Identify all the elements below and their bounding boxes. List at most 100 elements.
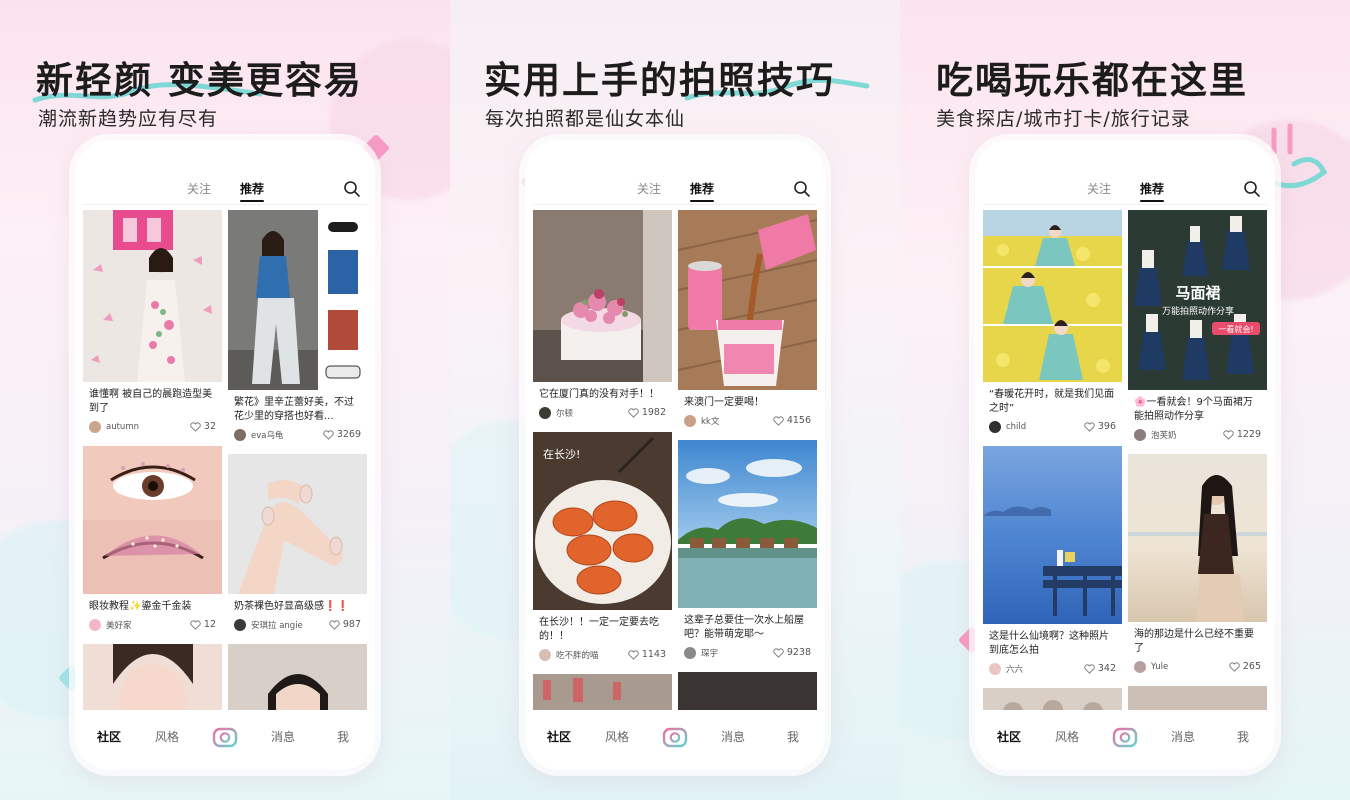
search-icon[interactable] — [1243, 180, 1261, 198]
search-icon[interactable] — [793, 180, 811, 198]
like-count[interactable]: 987 — [329, 619, 361, 630]
nav-me[interactable]: 我 — [337, 728, 349, 745]
heart-icon[interactable] — [628, 649, 639, 660]
feed-card[interactable]: 海的那边是什么已经不重要了 Yule 265 — [1128, 454, 1267, 678]
feed-card[interactable]: 谁懂啊 被自己的晨跑造型美到了 autumn 32 — [83, 210, 222, 438]
heart-icon[interactable] — [190, 619, 201, 630]
divider — [983, 204, 1267, 205]
author-name[interactable]: Yule — [1151, 662, 1229, 672]
feed-card[interactable] — [228, 644, 367, 710]
nav-community[interactable]: 社区 — [997, 728, 1021, 745]
avatar — [234, 428, 246, 441]
like-count[interactable]: 1982 — [628, 407, 666, 418]
avatar — [89, 618, 101, 631]
post-image-portrait — [83, 644, 222, 710]
like-count[interactable]: 12 — [190, 619, 216, 630]
like-count[interactable]: 396 — [1084, 421, 1116, 432]
promo-panel-1: 新轻颜 变美更容易 潮流新趋势应有尽有 关注 推荐 谁懂啊 被自己的晨跑造型美到… — [0, 0, 450, 800]
nav-messages[interactable]: 消息 — [271, 728, 295, 745]
tab-follow[interactable]: 关注 — [1087, 180, 1111, 197]
card-meta: kk文 4156 — [678, 410, 817, 432]
nav-community[interactable]: 社区 — [547, 728, 571, 745]
nav-community[interactable]: 社区 — [97, 728, 121, 745]
nav-me[interactable]: 我 — [787, 728, 799, 745]
feed-card[interactable] — [983, 688, 1122, 710]
feed-card[interactable]: 在长沙! 在长沙！！一定一定要去吃的！！ 吃不胖的喵 1143 — [533, 432, 672, 666]
feed-card[interactable]: 繁花》里辛芷蕾好美，不过花少里的穿搭也好看... eva乌龟 3269 — [228, 210, 367, 446]
author-name[interactable]: 泡芙奶 — [1151, 429, 1223, 441]
heart-icon[interactable] — [773, 415, 784, 426]
like-number: 396 — [1097, 421, 1116, 432]
feed-card[interactable] — [1128, 686, 1267, 710]
feed-card[interactable]: 这是什么仙境啊？这种照片到底怎么拍 六六 342 — [983, 446, 1122, 680]
heart-icon[interactable] — [1084, 663, 1095, 674]
nav-style[interactable]: 风格 — [155, 728, 179, 745]
like-number: 3269 — [336, 429, 361, 440]
tab-follow[interactable]: 关注 — [637, 180, 661, 197]
like-count[interactable]: 9238 — [773, 647, 811, 658]
feed-card[interactable]: 这辈子总要住一次水上船屋吧？能带萌宠耶～ 琛宇 9238 — [678, 440, 817, 664]
author-name[interactable]: eva乌龟 — [251, 429, 323, 441]
like-count[interactable]: 342 — [1084, 663, 1116, 674]
heart-icon[interactable] — [329, 619, 340, 630]
heart-icon[interactable] — [190, 421, 201, 432]
nav-style[interactable]: 风格 — [605, 728, 629, 745]
like-number: 342 — [1097, 663, 1116, 674]
camera-icon[interactable] — [1112, 724, 1138, 750]
like-count[interactable]: 265 — [1229, 661, 1261, 672]
nav-me[interactable]: 我 — [1237, 728, 1249, 745]
heart-icon[interactable] — [1223, 429, 1234, 440]
feed-grid: 谁懂啊 被自己的晨跑造型美到了 autumn 32 眼妆教程✨鎏金千金装 美好家… — [83, 210, 367, 710]
feed-column-right: 来澳门一定要喝！ kk文 4156 这辈子总要住一次水上船屋吧？能带萌宠耶～ 琛… — [678, 210, 817, 710]
subline: 每次拍照都是仙女本仙 — [485, 108, 686, 130]
post-image-partial — [1128, 686, 1267, 710]
author-name[interactable]: 美好家 — [106, 619, 190, 631]
tab-recommend[interactable]: 推荐 — [1140, 180, 1165, 202]
like-count[interactable]: 1229 — [1223, 429, 1261, 440]
feed-column-left: 谁懂啊 被自己的晨跑造型美到了 autumn 32 眼妆教程✨鎏金千金装 美好家… — [83, 210, 222, 710]
heart-icon[interactable] — [1229, 661, 1240, 672]
like-count[interactable]: 4156 — [773, 415, 811, 426]
post-image-flowers — [983, 210, 1122, 382]
nav-style[interactable]: 风格 — [1055, 728, 1079, 745]
author-name[interactable]: 吃不胖的喵 — [556, 649, 628, 661]
feed-card[interactable]: 它在厦门真的没有对手！！ 尔顿 1982 — [533, 210, 672, 424]
nav-messages[interactable]: 消息 — [721, 728, 745, 745]
like-count[interactable]: 3269 — [323, 429, 361, 440]
author-name[interactable]: 六六 — [1006, 663, 1084, 675]
feed-card[interactable]: 眼妆教程✨鎏金千金装 美好家 12 — [83, 446, 222, 636]
heart-icon[interactable] — [323, 429, 334, 440]
feed-card[interactable] — [533, 674, 672, 710]
like-number: 4156 — [786, 415, 811, 426]
camera-icon[interactable] — [662, 724, 688, 750]
search-icon[interactable] — [343, 180, 361, 198]
heart-icon[interactable] — [628, 407, 639, 418]
feed-card[interactable]: “春暖花开时，就是我们见面之时” child 396 — [983, 210, 1122, 438]
feed-card[interactable]: 奶茶裸色好显高级感❗❗ 安琪拉 angie 987 — [228, 454, 367, 636]
tab-recommend[interactable]: 推荐 — [240, 180, 265, 202]
author-name[interactable]: kk文 — [701, 415, 773, 427]
camera-icon[interactable] — [212, 724, 238, 750]
nav-messages[interactable]: 消息 — [1171, 728, 1195, 745]
author-name[interactable]: 琛宇 — [701, 647, 773, 659]
like-count[interactable]: 1143 — [628, 649, 666, 660]
feed-card[interactable] — [83, 644, 222, 710]
tab-follow[interactable]: 关注 — [187, 180, 211, 197]
phone-mockup: 关注 推荐 — [525, 140, 825, 770]
author-name[interactable]: autumn — [106, 422, 190, 432]
feed-card[interactable]: 马面裙 万能拍照动作分享 一看就会! 🌸一看就会！9个马面裙万能拍照动作分享 泡… — [1128, 210, 1267, 446]
divider — [83, 204, 367, 205]
feed-card[interactable]: 来澳门一定要喝！ kk文 4156 — [678, 210, 817, 432]
heart-icon[interactable] — [773, 647, 784, 658]
avatar — [1134, 428, 1146, 441]
heart-icon[interactable] — [1084, 421, 1095, 432]
feed-top-bar: 关注 推荐 — [525, 178, 825, 204]
author-name[interactable]: 尔顿 — [556, 407, 628, 419]
avatar — [684, 646, 696, 659]
tab-recommend[interactable]: 推荐 — [690, 180, 715, 202]
author-name[interactable]: 安琪拉 angie — [251, 619, 329, 631]
feed-card[interactable] — [678, 672, 817, 710]
like-count[interactable]: 32 — [190, 421, 216, 432]
author-name[interactable]: child — [1006, 422, 1084, 432]
like-number: 1982 — [641, 407, 666, 418]
